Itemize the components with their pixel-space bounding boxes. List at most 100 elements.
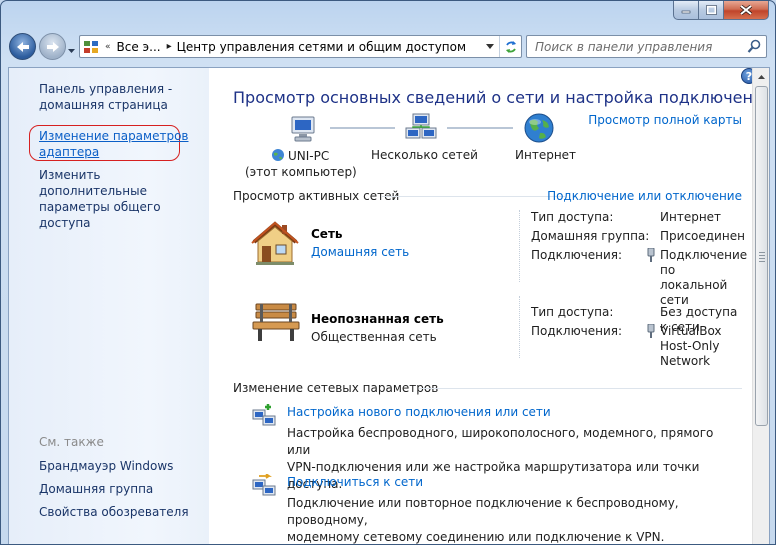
breadcrumb-network-center[interactable]: Центр управления сетями и общим доступом bbox=[174, 40, 469, 54]
chevron-up-icon bbox=[758, 74, 765, 79]
arrow-left-icon bbox=[16, 41, 29, 52]
maximize-button[interactable] bbox=[699, 1, 724, 20]
link-text: Host-Only Network bbox=[660, 339, 720, 368]
description-line: модемному сетевому соединению или подклю… bbox=[287, 530, 665, 544]
maximize-icon bbox=[705, 5, 717, 15]
link-text: Изменить дополнительные bbox=[39, 168, 147, 198]
search-input[interactable] bbox=[535, 39, 735, 55]
change-settings-heading: Изменение сетевых параметров bbox=[233, 381, 439, 395]
recent-pages-button[interactable] bbox=[67, 43, 76, 57]
section-divider bbox=[381, 196, 565, 197]
networks-node-label: Несколько сетей bbox=[371, 148, 478, 162]
link-text: адаптера bbox=[39, 145, 100, 159]
advanced-sharing-settings-link[interactable]: Изменить дополнительные параметры общего… bbox=[39, 167, 209, 231]
control-panel-window: « Все э... ▸ Центр управления сетями и о… bbox=[0, 0, 776, 545]
link-text: Панель управления - bbox=[39, 82, 173, 96]
scroll-thumb[interactable] bbox=[755, 86, 768, 426]
homegroup-link[interactable]: Домашняя группа bbox=[39, 481, 153, 497]
search-icon[interactable] bbox=[747, 39, 761, 57]
forward-button[interactable] bbox=[39, 33, 66, 60]
new-connection-icon bbox=[251, 404, 277, 431]
network-name: Неопознанная сеть bbox=[311, 312, 444, 326]
search-box[interactable] bbox=[526, 35, 767, 58]
park-bench-icon bbox=[250, 300, 302, 347]
homegroup-label: Домашняя группа: bbox=[531, 229, 650, 243]
address-bar[interactable]: « Все э... ▸ Центр управления сетями и о… bbox=[79, 35, 522, 58]
sidebar: Панель управления - домашняя страница Из… bbox=[9, 68, 209, 544]
task-item: Настройка нового подключения или сети На… bbox=[233, 400, 733, 491]
windows-firewall-link[interactable]: Брандмауэр Windows bbox=[39, 458, 173, 474]
home-network-icon bbox=[250, 218, 300, 271]
network-entry: Неопознанная сеть Общественная сеть Тип … bbox=[233, 292, 743, 368]
column-divider bbox=[519, 210, 520, 282]
internet-node-label: Интернет bbox=[515, 148, 577, 162]
minimize-icon bbox=[681, 10, 691, 14]
see-also-heading: См. также bbox=[39, 435, 104, 449]
task-item: Подключиться к сети Подключение или повт… bbox=[233, 470, 733, 544]
connections-label: Подключения: bbox=[531, 248, 623, 262]
breadcrumb-separator-icon[interactable]: ▸ bbox=[164, 41, 174, 52]
main-panel: ? Просмотр основных сведений о сети и на… bbox=[209, 68, 769, 544]
ethernet-plug-icon bbox=[646, 323, 656, 341]
connect-disconnect-link[interactable]: Подключение или отключение bbox=[547, 189, 742, 203]
computer-icon bbox=[289, 114, 319, 147]
access-type-label: Тип доступа: bbox=[531, 305, 614, 319]
minimize-button[interactable] bbox=[673, 1, 699, 20]
virtualbox-connection-link[interactable]: VirtualBox Host-Only Network bbox=[660, 324, 743, 369]
link-text: домашняя страница bbox=[39, 98, 168, 112]
page-title: Просмотр основных сведений о сети и наст… bbox=[233, 88, 770, 107]
breadcrumb-all-items[interactable]: Все э... bbox=[114, 40, 164, 54]
navigation-bar: « Все э... ▸ Центр управления сетями и о… bbox=[1, 29, 775, 63]
column-divider bbox=[519, 296, 520, 358]
network-globe-small-icon bbox=[271, 148, 285, 165]
setup-new-connection-link[interactable]: Настройка нового подключения или сети bbox=[287, 405, 551, 419]
map-connector bbox=[330, 127, 395, 129]
close-button[interactable] bbox=[724, 1, 769, 20]
change-adapter-settings-link[interactable]: Изменение параметров адаптера bbox=[39, 128, 189, 160]
computer-name: UNI-PC bbox=[288, 149, 330, 163]
link-text: Подключение по bbox=[660, 248, 748, 277]
homegroup-value-link[interactable]: Присоединен bbox=[660, 229, 745, 244]
address-dropdown-button[interactable] bbox=[481, 36, 499, 57]
map-connector bbox=[447, 127, 513, 129]
active-networks-heading: Просмотр активных сетей bbox=[233, 189, 400, 203]
access-type-label: Тип доступа: bbox=[531, 210, 614, 224]
control-panel-home-link[interactable]: Панель управления - домашняя страница bbox=[39, 81, 172, 113]
network-map: UNI-PC (этот компьютер) Несколько сетей … bbox=[233, 108, 583, 188]
control-panel-icon bbox=[80, 36, 102, 57]
chevron-down-icon bbox=[486, 44, 494, 49]
chevron-down-icon bbox=[68, 49, 75, 53]
arrow-right-icon bbox=[46, 41, 59, 52]
computer-sub-label: (этот компьютер) bbox=[245, 165, 357, 179]
link-text: параметры общего доступа bbox=[39, 200, 161, 230]
access-type-value: Интернет bbox=[660, 210, 722, 224]
connect-to-network-link[interactable]: Подключиться к сети bbox=[287, 475, 423, 489]
network-icon bbox=[405, 112, 437, 147]
link-text: Изменение параметров bbox=[39, 129, 189, 143]
close-icon bbox=[740, 5, 752, 15]
description-line: Подключение или повторное подключение к … bbox=[287, 496, 679, 527]
view-full-map-link[interactable]: Просмотр полной карты bbox=[588, 113, 742, 127]
internet-options-link[interactable]: Свойства обозревателя bbox=[39, 504, 189, 520]
vertical-scrollbar[interactable] bbox=[752, 68, 769, 544]
scroll-up-button[interactable] bbox=[754, 68, 769, 85]
globe-icon bbox=[523, 112, 555, 147]
link-text: VirtualBox bbox=[660, 324, 722, 338]
content-area: Панель управления - домашняя страница Из… bbox=[8, 67, 770, 544]
task-description: Подключение или повторное подключение к … bbox=[287, 495, 727, 544]
refresh-icon bbox=[505, 40, 516, 53]
refresh-button[interactable] bbox=[499, 36, 521, 57]
network-name: Сеть bbox=[311, 227, 343, 241]
description-line: Настройка беспроводного, широкополосного… bbox=[287, 426, 714, 457]
ethernet-plug-icon bbox=[646, 247, 656, 265]
connections-label: Подключения: bbox=[531, 324, 623, 338]
network-type: Общественная сеть bbox=[311, 330, 437, 344]
breadcrumb-overflow-icon[interactable]: « bbox=[102, 42, 114, 52]
network-entry: Сеть Домашняя сеть Тип доступа: Интернет… bbox=[233, 206, 747, 307]
network-type-link[interactable]: Домашняя сеть bbox=[311, 245, 409, 259]
computer-node-label: UNI-PC bbox=[271, 148, 329, 165]
caption-buttons bbox=[673, 1, 769, 21]
back-button[interactable] bbox=[9, 33, 36, 60]
section-divider bbox=[419, 388, 742, 389]
scroll-grip bbox=[759, 252, 765, 264]
